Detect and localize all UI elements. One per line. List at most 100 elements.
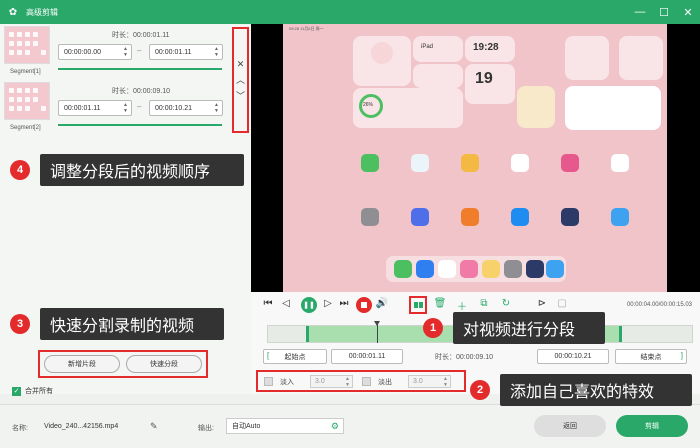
video-preview[interactable]: 09:28 11月6日 周一 iPad 19:28 19 26% bbox=[251, 24, 700, 292]
volume-icon[interactable]: 🔊 bbox=[375, 298, 389, 309]
segment-item-2[interactable]: Segment[2] 时长：00:00:09.10 00:00:01.11 ▲ ▼… bbox=[0, 80, 251, 136]
preview-dock-app bbox=[526, 260, 544, 278]
preview-widget-calendar: 19 bbox=[465, 64, 515, 104]
fade-in-checkbox[interactable] bbox=[264, 377, 273, 386]
start-time-input[interactable]: 00:00:01.11 bbox=[331, 349, 403, 364]
stop-button[interactable] bbox=[356, 297, 372, 313]
fade-out-input[interactable]: 3.0 ▲ ▼ bbox=[408, 375, 451, 388]
preview-frame: 09:28 11月6日 周一 iPad 19:28 19 26% bbox=[283, 24, 667, 292]
rename-icon[interactable]: ✎ bbox=[150, 421, 158, 432]
segment-item-1[interactable]: Segment[1] 时长：00:00:01.11 00:00:00.00 ▲ ▼… bbox=[0, 24, 251, 80]
split-button[interactable] bbox=[409, 296, 427, 314]
fade-out-checkbox[interactable] bbox=[362, 377, 371, 386]
app-logo-icon: ✿ bbox=[8, 6, 18, 18]
segment-start-value: 00:00:01.11 bbox=[64, 104, 101, 112]
merge-label: 合并所有 bbox=[25, 388, 53, 395]
end-label: 结束点 bbox=[640, 353, 662, 361]
add-icon[interactable]: ＋ bbox=[455, 298, 469, 313]
copy-icon[interactable]: ⧉ bbox=[477, 298, 491, 309]
preview-app-icon bbox=[511, 154, 529, 172]
segment-end-value: 00:00:01.11 bbox=[155, 48, 192, 56]
preview-widget-photo-2 bbox=[619, 36, 663, 80]
preview-app-icon bbox=[561, 154, 579, 172]
preview-dock-app bbox=[394, 260, 412, 278]
stepper-icon[interactable]: ▲ ▼ bbox=[123, 46, 128, 58]
name-label: 名称: bbox=[12, 425, 28, 432]
output-select[interactable]: 自动Auto ⚙ bbox=[226, 418, 344, 434]
stepper-icon[interactable]: ▲ ▼ bbox=[214, 102, 219, 114]
segment-start-input[interactable]: 00:00:00.00 ▲ ▼ bbox=[58, 44, 132, 60]
merge-all[interactable]: ✓ 合并所有 bbox=[12, 386, 53, 396]
preview-app-icon bbox=[411, 208, 429, 226]
preview-day-text: 19 bbox=[475, 70, 493, 87]
segment-end-input[interactable]: 00:00:01.11 ▲ ▼ bbox=[149, 44, 223, 60]
prev-frame-icon[interactable]: ◁ bbox=[279, 298, 293, 309]
preview-dock-app bbox=[438, 260, 456, 278]
preview-app-icon bbox=[611, 154, 629, 172]
move-down-icon[interactable]: ﹀ bbox=[236, 89, 245, 102]
mark-out-icon[interactable]: ▢ bbox=[555, 298, 569, 309]
new-segment-button[interactable]: 新增片段 bbox=[44, 355, 120, 373]
set-end-button[interactable]: 结束点] bbox=[615, 349, 687, 364]
back-button[interactable]: 返回 bbox=[534, 415, 606, 437]
gear-icon[interactable]: ⚙ bbox=[331, 421, 339, 432]
merge-checkbox[interactable]: ✓ bbox=[12, 386, 21, 396]
preview-widget-clock: 19:28 bbox=[465, 36, 515, 62]
delete-icon[interactable]: 🗑 bbox=[433, 298, 447, 309]
callout-2-number: 2 bbox=[470, 380, 490, 400]
range-duration: 时长：00:00:09.10 bbox=[435, 354, 493, 361]
bottom-bar: 名称: Video_240...42156.mp4 ✎ 输出: 自动Auto ⚙… bbox=[0, 404, 700, 448]
minimize-icon[interactable]: — bbox=[628, 0, 652, 24]
refresh-icon[interactable]: ↻ bbox=[499, 298, 513, 309]
edit-button[interactable]: 剪辑 bbox=[616, 415, 688, 437]
segment-progress bbox=[58, 124, 222, 126]
set-start-button[interactable]: [起始点 bbox=[263, 349, 327, 364]
fade-in-input[interactable]: 3.0 ▲ ▼ bbox=[310, 375, 353, 388]
stepper-icon[interactable]: ▲ ▼ bbox=[214, 46, 219, 58]
go-start-icon[interactable]: ⏮ bbox=[261, 298, 275, 309]
pause-button[interactable]: ❚❚ bbox=[301, 297, 317, 313]
delete-segment-icon[interactable]: ✕ bbox=[237, 59, 245, 70]
callout-3-number: 3 bbox=[10, 314, 30, 334]
preview-widget-photo-1 bbox=[565, 36, 609, 80]
preview-widget-note bbox=[565, 86, 661, 130]
preview-widget-profile bbox=[353, 36, 411, 86]
segment-thumbnail bbox=[4, 26, 50, 64]
segment-order-controls: ✕ ︿ ﹀ bbox=[232, 27, 249, 133]
segment-end-value: 00:00:10.21 bbox=[155, 104, 192, 112]
callout-4-number: 4 bbox=[10, 160, 30, 180]
go-end-icon[interactable]: ⏭ bbox=[337, 298, 351, 309]
preview-battery-text: 26% bbox=[363, 102, 374, 108]
preview-widget-controls bbox=[413, 64, 463, 88]
window-controls: — ☐ ✕ bbox=[628, 0, 700, 24]
callout-1-number: 1 bbox=[423, 318, 443, 338]
maximize-icon[interactable]: ☐ bbox=[652, 0, 676, 24]
preview-widget-device: iPad bbox=[413, 36, 463, 62]
quick-split-button[interactable]: 快速分段 bbox=[126, 355, 202, 373]
fade-out-label: 淡出 bbox=[378, 379, 392, 386]
preview-dock-app bbox=[546, 260, 564, 278]
callout-4: 调整分段后的视频顺序 bbox=[40, 154, 244, 186]
segment-progress bbox=[58, 68, 222, 70]
end-time-input[interactable]: 00:00:10.21 bbox=[537, 349, 609, 364]
timeline-playhead[interactable] bbox=[374, 321, 380, 343]
close-icon[interactable]: ✕ bbox=[676, 0, 700, 24]
segment-thumbnail bbox=[4, 82, 50, 120]
stepper-icon[interactable]: ▲ ▼ bbox=[345, 376, 350, 388]
segment-label: Segment[1] bbox=[10, 69, 41, 75]
split-actions: 新增片段 快速分段 bbox=[38, 350, 208, 378]
preview-app-icon bbox=[461, 208, 479, 226]
stepper-icon[interactable]: ▲ ▼ bbox=[123, 102, 128, 114]
fade-in-label: 淡入 bbox=[280, 379, 294, 386]
segment-duration: 时长：00:00:01.11 bbox=[112, 32, 170, 39]
mark-in-icon[interactable]: ⊳ bbox=[535, 298, 549, 309]
stepper-icon[interactable]: ▲ ▼ bbox=[443, 376, 448, 388]
segment-end-input[interactable]: 00:00:10.21 ▲ ▼ bbox=[149, 100, 223, 116]
range-dash: – bbox=[137, 102, 142, 111]
preview-status-text: 09:28 11月6日 周一 bbox=[289, 26, 324, 31]
move-up-icon[interactable]: ︿ bbox=[236, 73, 245, 86]
next-frame-icon[interactable]: ▷ bbox=[321, 298, 335, 309]
timeline-range-row: [起始点 00:00:01.11 时长：00:00:09.10 00:00:10… bbox=[251, 349, 700, 365]
segment-start-input[interactable]: 00:00:01.11 ▲ ▼ bbox=[58, 100, 132, 116]
segment-label: Segment[2] bbox=[10, 125, 41, 131]
